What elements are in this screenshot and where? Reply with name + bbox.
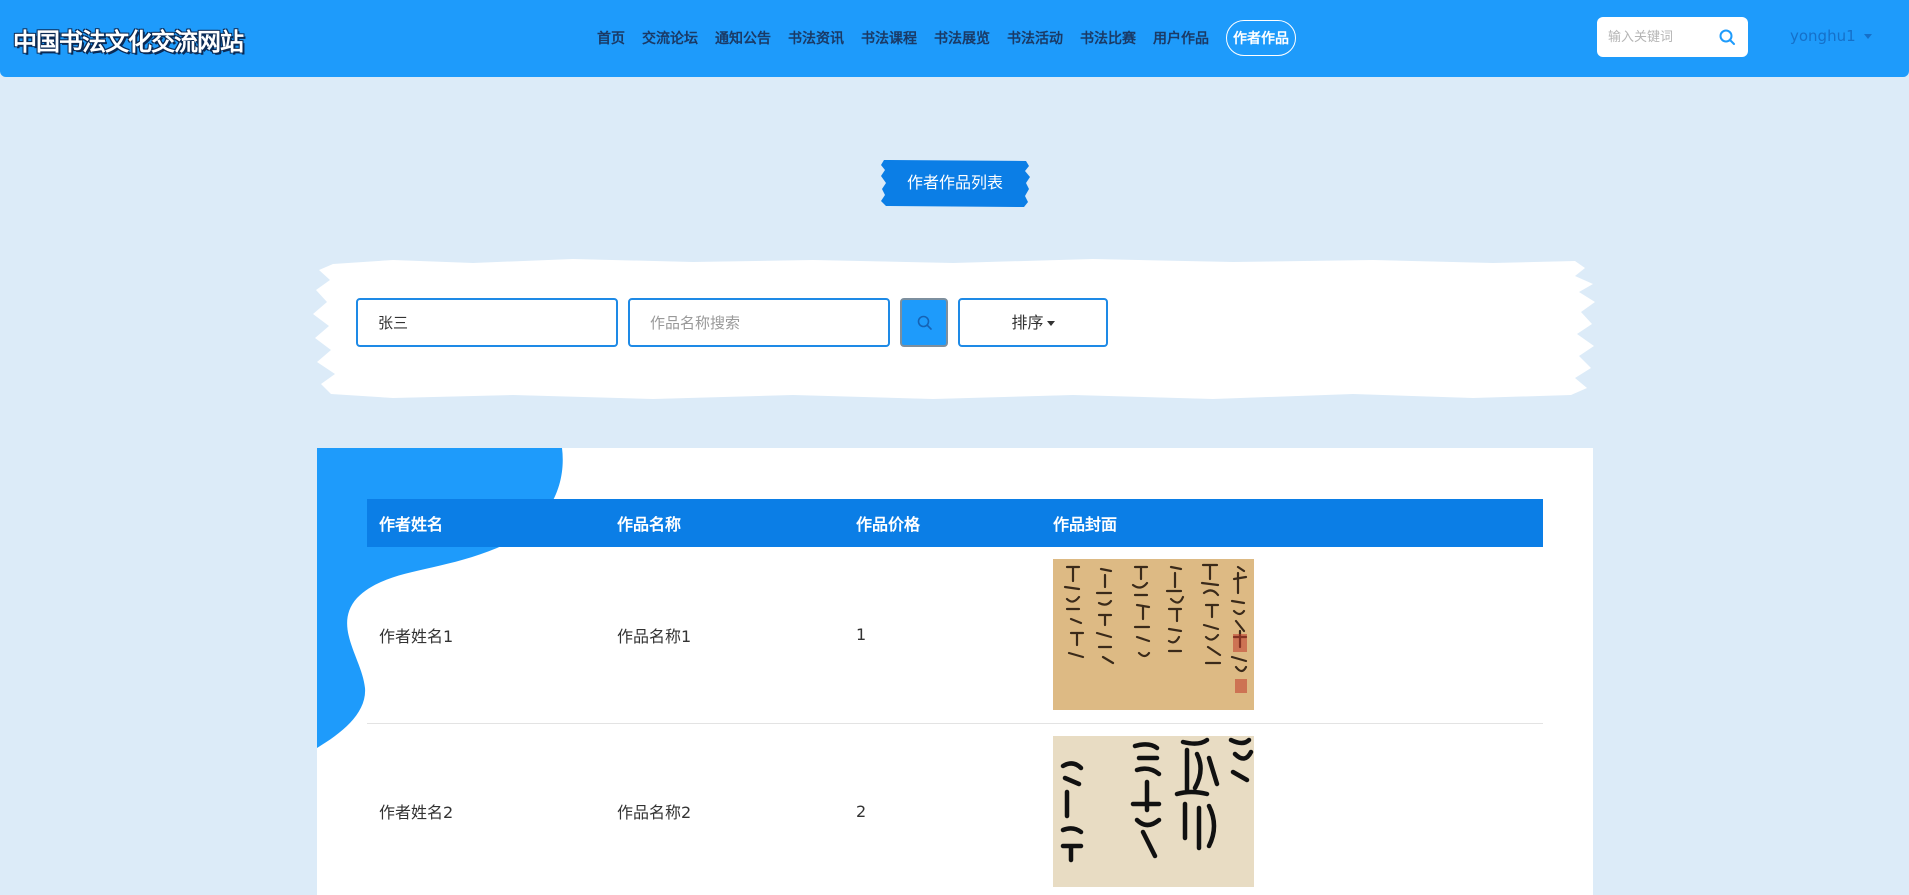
table-header-row: 作者姓名 作品名称 作品价格 作品封面 xyxy=(367,499,1543,547)
nav-item-competitions[interactable]: 书法比赛 xyxy=(1080,28,1136,48)
nav-item-activities[interactable]: 书法活动 xyxy=(1007,28,1063,48)
work-cell: 作品名称1 xyxy=(605,547,844,724)
cover-cell xyxy=(1041,723,1543,895)
cover-image[interactable] xyxy=(1053,735,1254,887)
price-cell: 2 xyxy=(844,723,1041,895)
sort-dropdown-button[interactable]: 排序 xyxy=(958,298,1108,347)
filter-bar: 排序 xyxy=(313,258,1596,400)
nav-item-user-works[interactable]: 用户作品 xyxy=(1153,28,1209,48)
nav-item-home[interactable]: 首页 xyxy=(597,28,625,48)
sort-label: 排序 xyxy=(1011,313,1044,332)
cover-image[interactable] xyxy=(1053,559,1254,711)
site-title[interactable]: 中国书法文化交流网站 xyxy=(13,22,244,57)
author-cell: 作者姓名2 xyxy=(367,723,605,895)
author-name-field xyxy=(356,298,618,347)
work-name-field xyxy=(628,298,890,347)
table-row[interactable]: 作者姓名1 作品名称1 1 xyxy=(367,547,1543,724)
chevron-down-icon xyxy=(1863,34,1872,39)
nav-item-courses[interactable]: 书法课程 xyxy=(861,28,917,48)
work-name-input[interactable] xyxy=(630,300,888,345)
page-title-badge: 作者作品列表 xyxy=(880,158,1030,208)
caret-down-icon xyxy=(1046,321,1055,326)
nav-item-author-works[interactable]: 作者作品 xyxy=(1226,20,1296,56)
search-button[interactable] xyxy=(900,298,948,347)
author-name-input[interactable] xyxy=(358,300,616,345)
header-search-input[interactable] xyxy=(1606,27,1716,47)
page-title: 作者作品列表 xyxy=(906,173,1003,192)
author-cell: 作者姓名1 xyxy=(367,547,605,724)
top-navbar: 中国书法文化交流网站 首页 交流论坛 通知公告 书法资讯 书法课程 书法展览 书… xyxy=(0,0,1909,77)
nav-item-forum[interactable]: 交流论坛 xyxy=(642,28,698,48)
nav-item-news[interactable]: 书法资讯 xyxy=(788,28,844,48)
nav-item-notice[interactable]: 通知公告 xyxy=(715,28,771,48)
column-header-price: 作品价格 xyxy=(844,499,1041,547)
column-header-work: 作品名称 xyxy=(605,499,844,547)
username: yonghu1 xyxy=(1790,27,1856,45)
column-header-author: 作者姓名 xyxy=(367,499,605,547)
column-header-cover: 作品封面 xyxy=(1041,499,1543,547)
table-row[interactable]: 作者姓名2 作品名称2 2 xyxy=(367,723,1543,895)
user-menu[interactable]: yonghu1 xyxy=(1790,27,1872,45)
nav-item-exhibitions[interactable]: 书法展览 xyxy=(934,28,990,48)
works-table-card: 作者姓名 作品名称 作品价格 作品封面 作者姓名1 作品名称1 1 作者姓名2 … xyxy=(317,448,1593,895)
price-cell: 1 xyxy=(844,547,1041,724)
work-cell: 作品名称2 xyxy=(605,723,844,895)
header-search xyxy=(1597,17,1748,57)
works-table: 作者姓名 作品名称 作品价格 作品封面 作者姓名1 作品名称1 1 作者姓名2 … xyxy=(367,499,1543,895)
cover-cell xyxy=(1041,547,1543,724)
search-icon xyxy=(917,315,932,330)
search-icon[interactable] xyxy=(1717,27,1737,47)
main-nav: 首页 交流论坛 通知公告 书法资讯 书法课程 书法展览 书法活动 书法比赛 用户… xyxy=(597,20,1296,56)
